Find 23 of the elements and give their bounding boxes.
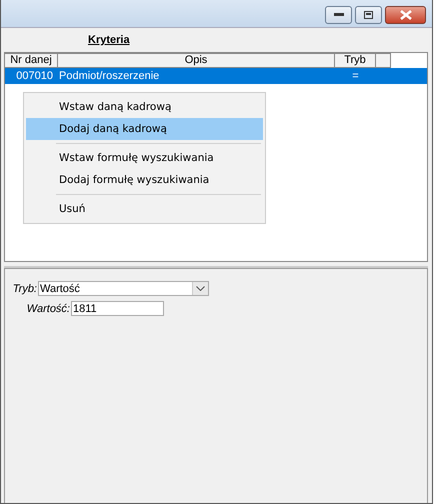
menu-item[interactable]: Wstaw daną kadrową [26, 96, 263, 118]
menu-item[interactable]: Wstaw formułę wyszukiwania [26, 147, 263, 169]
column-header[interactable]: Opis [58, 53, 335, 68]
maximize-icon [364, 11, 373, 19]
value-field[interactable]: 1811 [71, 301, 164, 316]
table-cell-text: Podmiot/roszerzenie [58, 69, 160, 84]
field-label: Tryb: [12, 282, 37, 294]
mode-dropdown[interactable]: Wartość [38, 281, 209, 296]
table-cell-text: 007010 [15, 69, 54, 84]
minimize-icon [334, 13, 344, 17]
field-label: Wartość: [26, 302, 70, 314]
column-header[interactable]: Nr danej [5, 53, 58, 68]
minimize-button[interactable] [325, 6, 352, 24]
column-header[interactable]: Tryb [335, 53, 376, 68]
menu-item[interactable]: Dodaj daną kadrową [26, 118, 263, 140]
maximize-button[interactable] [355, 6, 382, 24]
close-icon [400, 10, 412, 20]
table-cell-text: = [351, 69, 360, 84]
table-row[interactable]: 007010 Podmiot/roszerzenie = [5, 68, 427, 84]
menu-item[interactable]: Usuń [26, 198, 263, 220]
menu-item[interactable]: Dodaj formułę wyszukiwania [26, 169, 263, 191]
close-button[interactable] [385, 6, 426, 24]
section-title: Kryteria [88, 34, 130, 46]
